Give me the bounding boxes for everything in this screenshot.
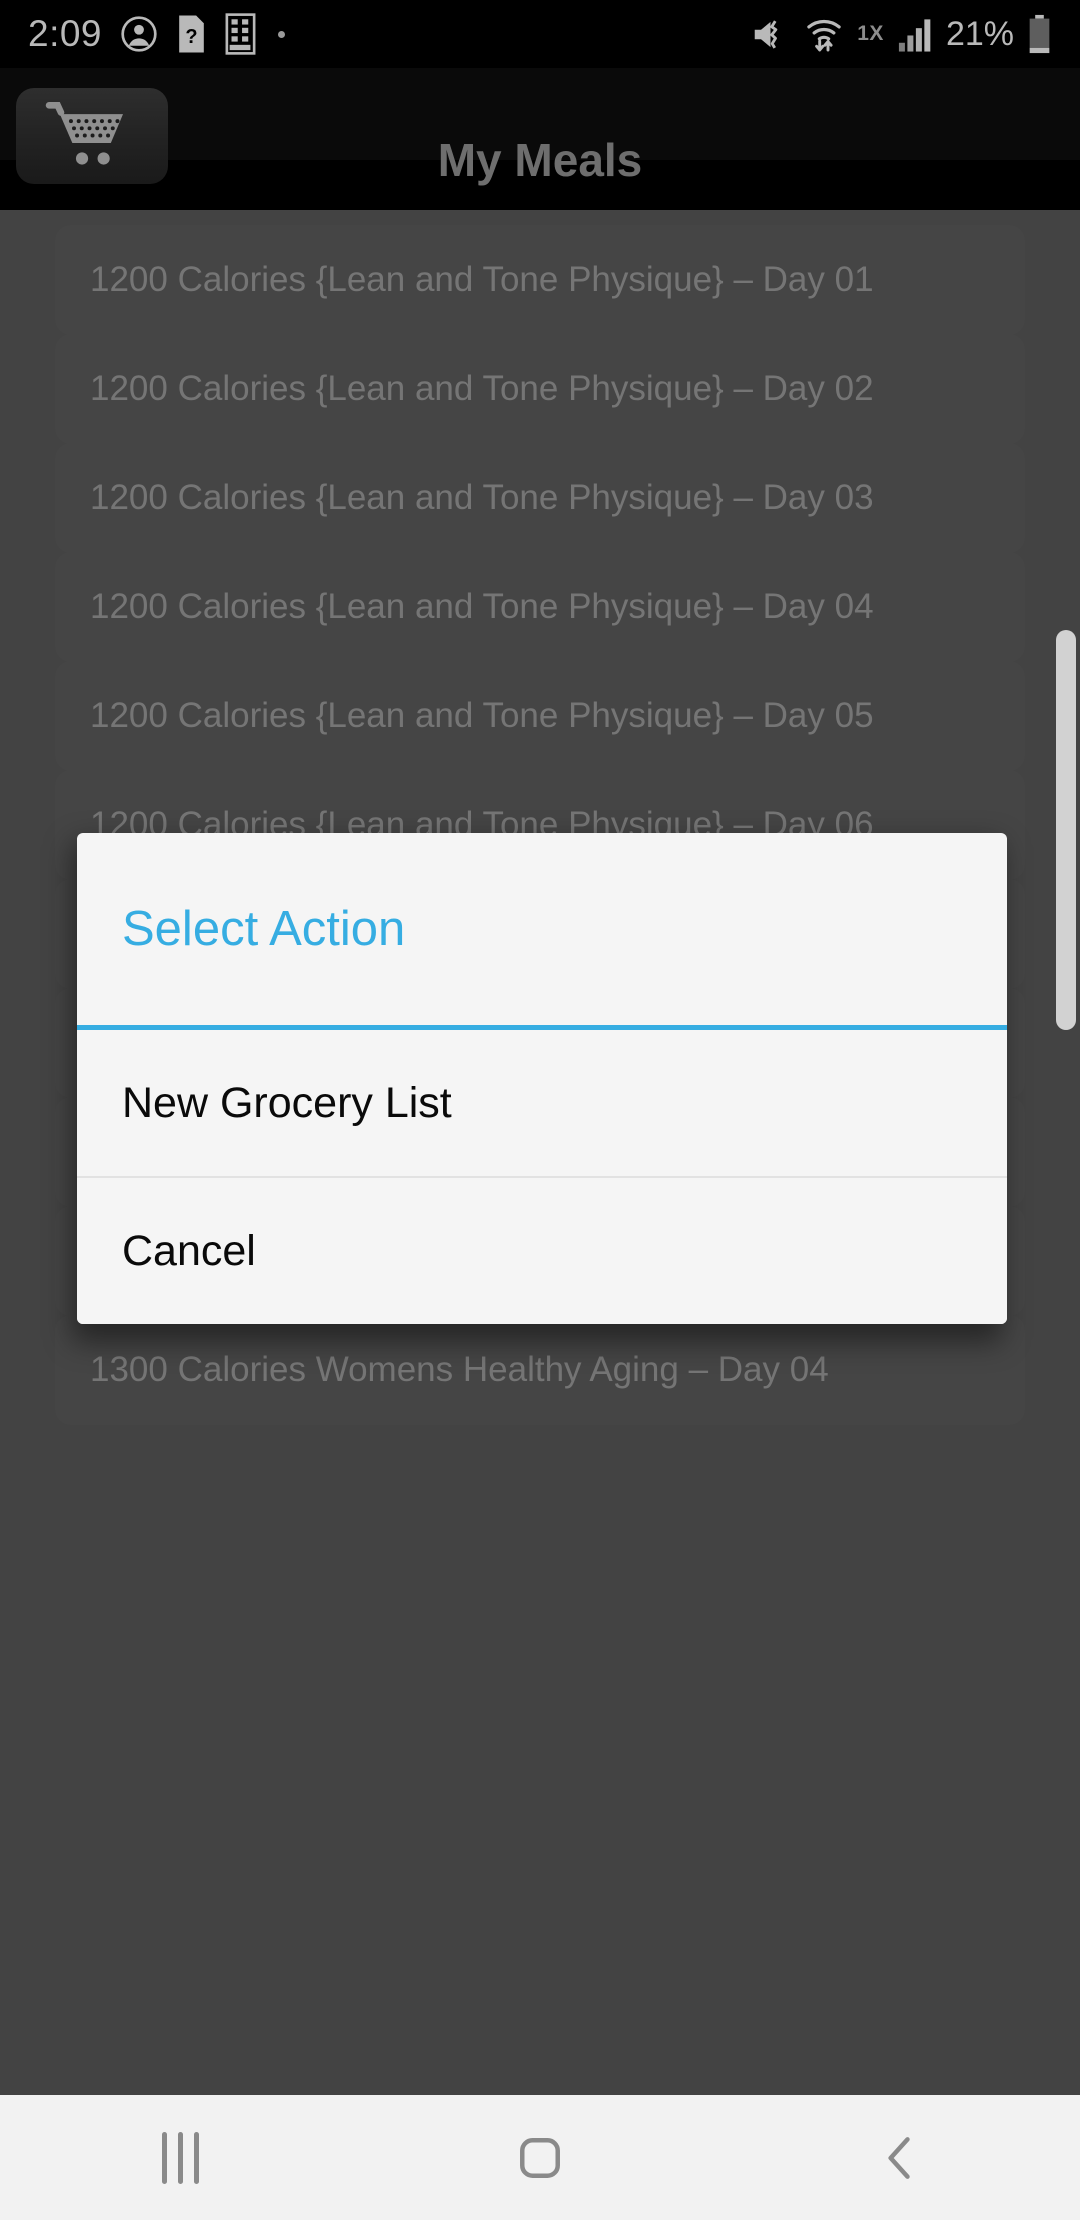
home-icon [520,2137,560,2178]
meal-row[interactable]: 1200 Calories {Lean and Tone Physique} –… [55,661,1025,771]
wifi-data-icon [804,14,844,54]
status-bar-right: 1X 21% [750,14,1052,55]
vertical-scrollbar[interactable] [1056,630,1076,1030]
dialog-option-cancel[interactable]: Cancel [77,1178,1007,1324]
meal-label: 1200 Calories {Lean and Tone Physique} –… [90,478,874,517]
notification-dot [278,30,286,38]
recents-button[interactable] [0,2131,360,2184]
android-nav-bar [0,2095,1080,2220]
cart-button[interactable] [16,88,168,184]
home-button[interactable] [360,2130,720,2186]
cart-icon [45,102,124,165]
network-mode-label: 1X [857,22,884,45]
status-time: 2:09 [28,13,103,54]
meal-label: 1200 Calories {Lean and Tone Physique} –… [90,260,874,299]
calculator-icon [225,13,256,55]
recents-icon [161,2131,199,2184]
battery-percent-label: 21% [945,14,1014,53]
meal-label: 1200 Calories {Lean and Tone Physique} –… [90,369,874,408]
back-icon [888,2136,910,2179]
status-bar-left: 2:09 ? [28,13,286,55]
dialog-option-new-grocery-list[interactable]: New Grocery List [77,1030,1007,1176]
meal-row[interactable]: 1200 Calories {Lean and Tone Physique} –… [55,552,1025,662]
dialog-title: Select Action [122,902,406,956]
signal-bars-icon [897,15,933,53]
phone-screen: 2:09 ? 1X 21% My Meals 1200 Calories {Le… [0,0,1080,2220]
meal-label: 1200 Calories {Lean and Tone Physique} –… [90,696,874,735]
account-icon [120,15,158,53]
mute-vibrate-icon [750,14,791,55]
select-action-dialog: Select Action New Grocery List Cancel [77,833,1007,1324]
status-bar: 2:09 ? 1X 21% [0,0,1080,68]
sim-question-icon: ? [176,14,207,54]
meal-row[interactable]: 1200 Calories {Lean and Tone Physique} –… [55,443,1025,553]
svg-text:?: ? [185,26,197,48]
back-button[interactable] [720,2130,1080,2186]
meal-row[interactable]: 1200 Calories {Lean and Tone Physique} –… [55,334,1025,444]
battery-icon [1027,14,1052,54]
meal-row[interactable]: 1200 Calories {Lean and Tone Physique} –… [55,225,1025,335]
meal-label: 1300 Calories Womens Healthy Aging – Day… [90,1350,829,1389]
meal-label: 1200 Calories {Lean and Tone Physique} –… [90,587,874,626]
